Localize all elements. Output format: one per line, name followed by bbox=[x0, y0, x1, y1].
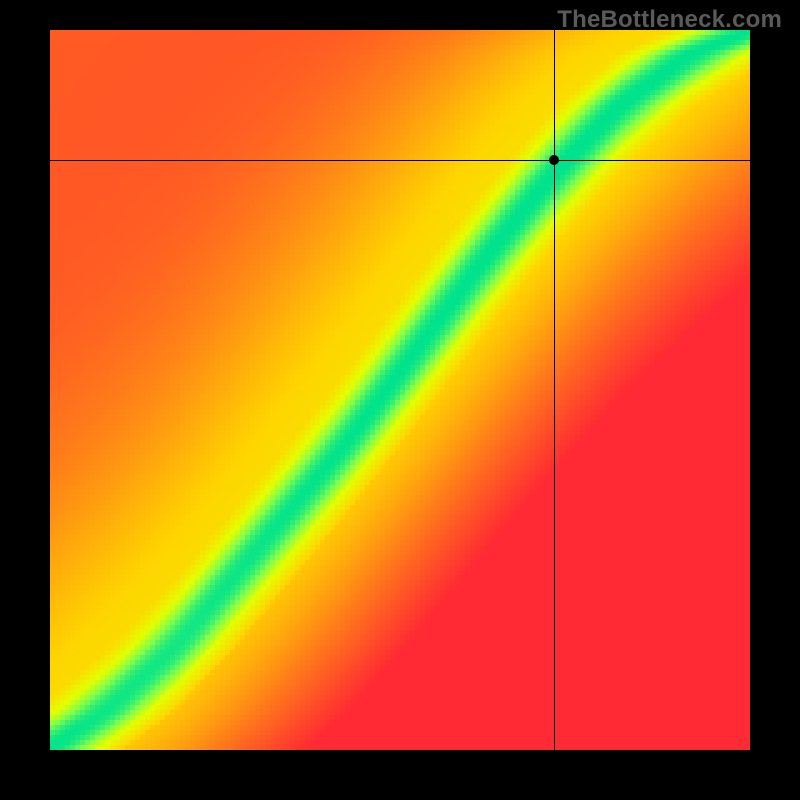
crosshair-vertical bbox=[554, 30, 555, 750]
heatmap-canvas bbox=[50, 30, 750, 750]
target-marker bbox=[549, 155, 559, 165]
heatmap-plot bbox=[50, 30, 750, 750]
crosshair-horizontal bbox=[50, 160, 750, 161]
chart-container: TheBottleneck.com bbox=[0, 0, 800, 800]
